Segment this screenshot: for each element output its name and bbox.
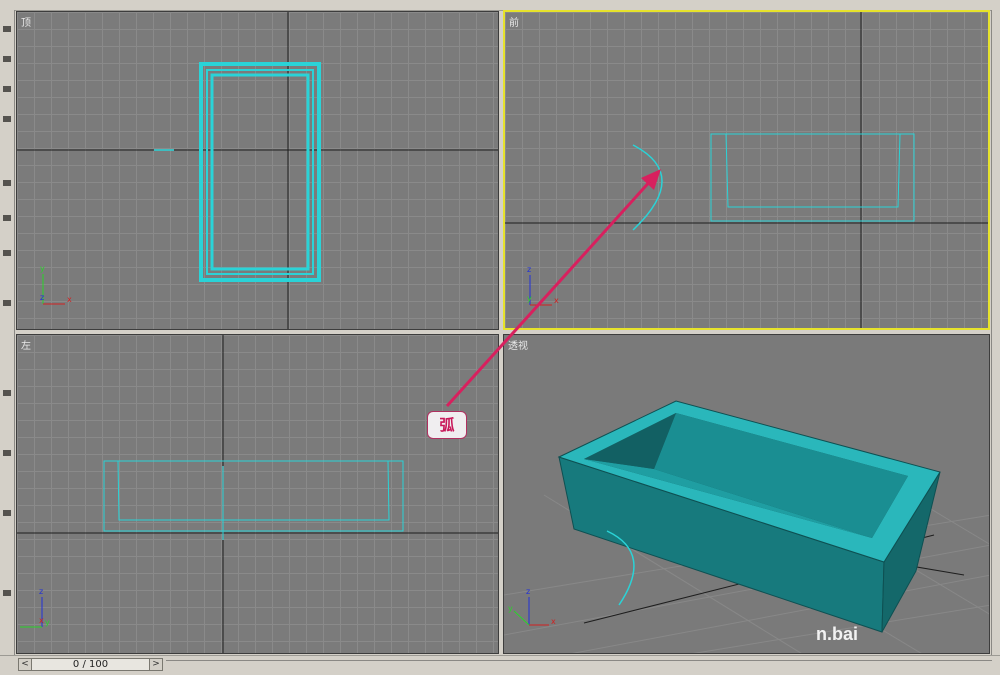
viewport-top-canvas: y x z	[17, 12, 498, 329]
time-slider-label: 0 / 100	[72, 659, 109, 670]
viewport-label[interactable]: 顶	[21, 14, 31, 29]
right-panel-strip	[991, 10, 1000, 655]
tool-icon[interactable]	[3, 450, 11, 456]
tool-icon[interactable]	[3, 510, 11, 516]
box-inner-outline	[210, 73, 310, 271]
axis-label-y: y	[508, 604, 513, 613]
axis-label-z: z	[527, 265, 531, 274]
tool-icon[interactable]	[3, 250, 11, 256]
tool-icon[interactable]	[3, 300, 11, 306]
axis-gizmo: z x y	[527, 265, 559, 306]
tool-icon[interactable]	[3, 86, 11, 92]
tool-icon[interactable]	[3, 590, 11, 596]
tool-icon[interactable]	[3, 56, 11, 62]
axis-gizmo: z y x	[20, 587, 50, 628]
axis-label-y: y	[527, 294, 532, 303]
viewport-front-canvas: z x y	[505, 12, 988, 328]
tool-icon[interactable]	[3, 26, 11, 32]
tool-icon[interactable]	[3, 390, 11, 396]
status-bar: < 0 / 100 >	[0, 655, 1000, 675]
timeline-track[interactable]	[166, 660, 992, 670]
viewport-label[interactable]: 左	[21, 337, 31, 352]
viewport-perspective[interactable]: z x y 透视	[503, 334, 990, 654]
axis-label-y: y	[40, 264, 45, 273]
axis-label-x: x	[554, 296, 559, 305]
box-outer-outline	[199, 62, 321, 282]
axis-label-z: z	[39, 587, 43, 596]
left-tool-strip	[0, 10, 15, 655]
viewport-top[interactable]: y x z 顶	[16, 11, 499, 330]
axis-label-x: x	[551, 617, 556, 626]
annotation-label: 弧	[427, 411, 467, 439]
viewport-left[interactable]: z y x 左	[16, 334, 499, 654]
axis-label-z: z	[40, 293, 44, 302]
time-slider[interactable]: < 0 / 100 >	[18, 658, 163, 671]
box-outer-outline	[710, 133, 915, 222]
axis-label-y: y	[45, 618, 50, 627]
arc-shape	[632, 144, 663, 231]
time-slider-next-button[interactable]: >	[149, 659, 162, 670]
viewport-left-canvas: z y x	[17, 335, 498, 653]
box-mid-outline	[206, 69, 314, 275]
tool-icon[interactable]	[3, 180, 11, 186]
axis-label-x: x	[67, 295, 72, 304]
box-inner-outline	[117, 460, 390, 521]
viewport-perspective-canvas: z x y	[504, 400, 989, 653]
time-slider-prev-button[interactable]: <	[19, 659, 32, 670]
viewport-label[interactable]: 透视	[508, 337, 528, 352]
watermark: n.bai	[816, 624, 859, 644]
viewport-label[interactable]: 前	[509, 14, 519, 29]
viewport-front[interactable]: z x y 前	[503, 10, 990, 330]
axis-label-z: z	[526, 587, 530, 596]
tool-icon[interactable]	[3, 116, 11, 122]
box-inner-outline	[725, 133, 901, 208]
axis-label-x: x	[39, 616, 44, 625]
tool-icon[interactable]	[3, 215, 11, 221]
axis-gizmo: y x z	[40, 264, 72, 305]
